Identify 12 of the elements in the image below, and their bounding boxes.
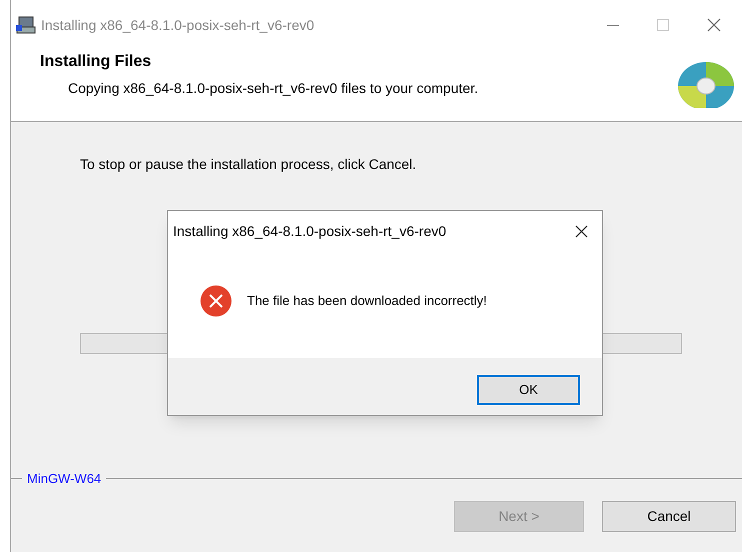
- dialog-title: Installing x86_64-8.1.0-posix-seh-rt_v6-rev0: [173, 222, 448, 241]
- error-icon: [200, 285, 232, 317]
- ok-button[interactable]: OK: [477, 375, 580, 405]
- brand-label: MinGW-W64: [26, 470, 102, 488]
- window-title: Installing x86_64-8.1.0-posix-seh-rt_v6-rev0: [41, 16, 314, 35]
- cancel-button[interactable]: Cancel: [602, 500, 736, 532]
- error-message: The file has been downloaded incorrectly!: [247, 292, 487, 310]
- installer-icon: [15, 15, 37, 35]
- instruction-text: To stop or pause the installation process, click Cancel.: [79, 155, 418, 174]
- header-title: Installing Files: [40, 52, 152, 72]
- close-icon[interactable]: [575, 224, 588, 238]
- header-subtitle: Copying x86_64-8.1.0-posix-seh-rt_v6-rev0 files to your computer.: [67, 79, 480, 98]
